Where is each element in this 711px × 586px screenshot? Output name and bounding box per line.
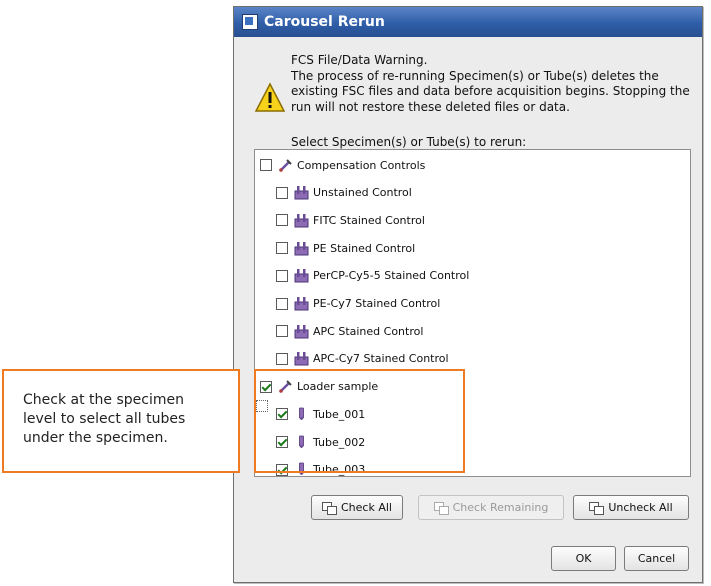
tube-rack-icon (294, 352, 309, 366)
callout-text: Check at the specimen level to select al… (23, 392, 186, 446)
check-remaining-button[interactable]: Check Remaining (418, 495, 564, 520)
select-label: Select Specimen(s) or Tube(s) to rerun: (291, 135, 527, 149)
tree-item-label: Compensation Controls (297, 158, 426, 172)
ok-button[interactable]: OK (551, 546, 616, 571)
tree-tube-row[interactable]: APC-Cy7 Stained Control (276, 350, 449, 368)
tube-rack-icon (294, 241, 309, 256)
carousel-rerun-dialog: Carousel Rerun FCS File/Data Warning. Th… (233, 6, 703, 583)
tree-tube-row[interactable]: PerCP-Cy5-5 Stained Control (276, 267, 469, 285)
specimen-checkbox[interactable] (260, 159, 272, 171)
tree-tube-row[interactable]: PE Stained Control (276, 239, 415, 257)
focus-indicator (256, 400, 268, 412)
tree-item-label: Unstained Control (313, 186, 412, 200)
warning-message: FCS File/Data Warning. The process of re… (291, 53, 690, 114)
tube-checkbox[interactable] (276, 325, 288, 338)
tube-rack-icon (294, 213, 309, 228)
tree-tube-row[interactable]: APC Stained Control (276, 322, 423, 340)
tube-rack-icon (294, 324, 309, 339)
title-bar[interactable]: Carousel Rerun (234, 7, 702, 37)
tree-item-label: APC-Cy7 Stained Control (313, 352, 449, 366)
check-all-label: Check All (341, 501, 392, 514)
window-icon (242, 14, 258, 30)
annotation-highlight-box (254, 369, 465, 473)
cancel-button[interactable]: Cancel (624, 546, 689, 571)
check-all-button[interactable]: Check All (311, 495, 403, 520)
tree-item-label: APC Stained Control (313, 324, 424, 338)
annotation-callout: Check at the specimen level to select al… (2, 369, 240, 473)
tube-checkbox[interactable] (276, 186, 288, 199)
tube-checkbox[interactable] (276, 297, 288, 310)
tube-checkbox[interactable] (276, 214, 288, 227)
tube-checkbox[interactable] (276, 269, 288, 282)
tree-item-label: PE-Cy7 Stained Control (313, 297, 441, 310)
tree-item-label: PerCP-Cy5-5 Stained Control (313, 269, 470, 283)
uncheck-all-button[interactable]: Uncheck All (573, 495, 689, 520)
tube-rack-icon (294, 269, 309, 283)
tree-tube-row[interactable]: PE-Cy7 Stained Control (276, 295, 440, 313)
ok-label: OK (575, 552, 592, 565)
dialog-title: Carousel Rerun (264, 14, 385, 30)
check-remaining-label: Check Remaining (452, 501, 549, 514)
check-all-icon (322, 501, 337, 515)
uncheck-all-label: Uncheck All (608, 501, 673, 514)
specimen-icon (279, 158, 292, 172)
warning-icon (255, 82, 285, 112)
tree-item-label: FITC Stained Control (313, 213, 425, 227)
tree-specimen-row[interactable]: Compensation Controls (260, 156, 425, 174)
tube-checkbox[interactable] (276, 242, 288, 255)
tree-item-label: PE Stained Control (313, 241, 416, 255)
cancel-label: Cancel (637, 552, 676, 565)
uncheck-all-icon (589, 501, 605, 515)
tree-tube-row[interactable]: Unstained Control (276, 184, 412, 202)
tube-rack-icon (294, 297, 309, 311)
tree-tube-row[interactable]: FITC Stained Control (276, 211, 425, 229)
check-remaining-icon (433, 501, 449, 515)
tube-rack-icon (294, 186, 309, 200)
tube-checkbox[interactable] (276, 352, 288, 365)
